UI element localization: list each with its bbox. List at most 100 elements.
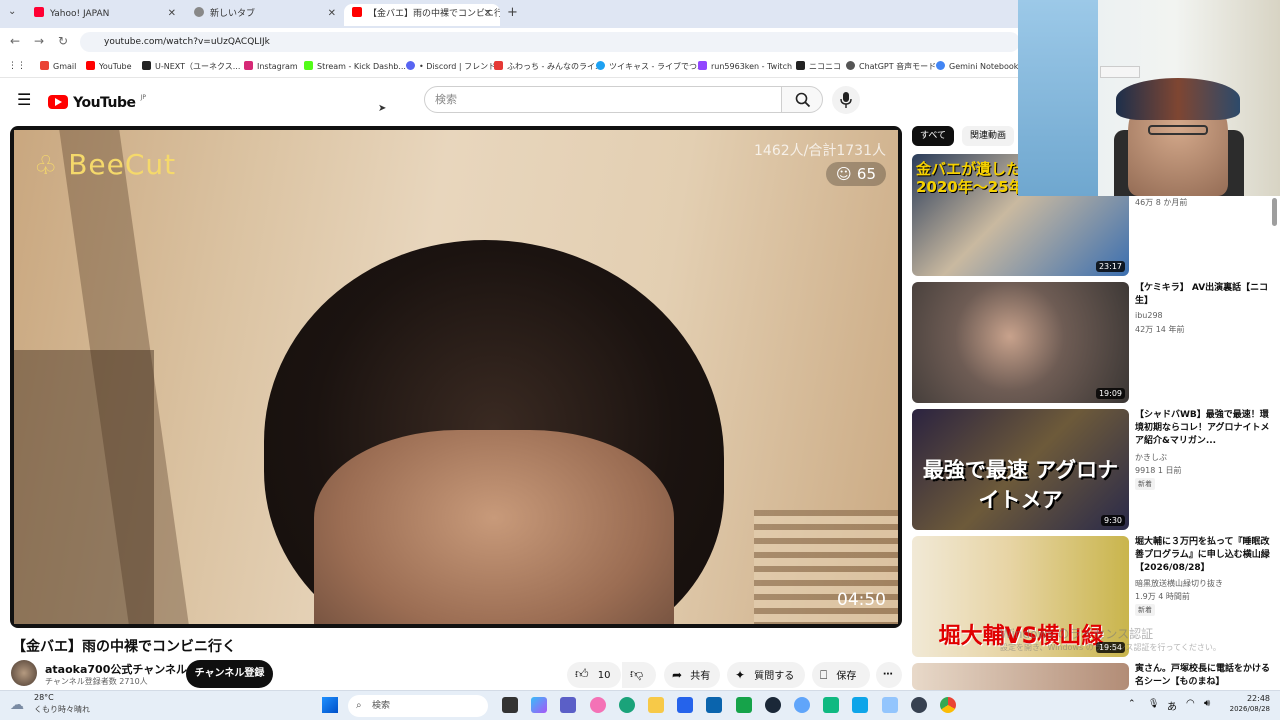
discord-icon bbox=[406, 61, 415, 70]
search-button[interactable] bbox=[781, 86, 823, 113]
xbox-icon[interactable] bbox=[736, 697, 752, 713]
bookmark-youtube[interactable]: YouTube bbox=[86, 61, 132, 71]
subscriber-count: チャンネル登録者数 2710人 bbox=[45, 677, 148, 686]
chrome-icon bbox=[194, 7, 204, 17]
close-icon[interactable]: ✕ bbox=[328, 4, 336, 24]
start-icon[interactable] bbox=[322, 697, 338, 713]
weather-desc[interactable]: くもり時々晴れ bbox=[34, 704, 90, 715]
duration-badge: 9:30 bbox=[1101, 515, 1125, 526]
file-explorer-icon[interactable] bbox=[648, 697, 664, 713]
tab-list-icon[interactable]: ⌄ bbox=[8, 6, 16, 17]
ime-icon[interactable]: あ bbox=[1167, 698, 1177, 713]
tab-new[interactable]: 新しいタブ ✕ bbox=[186, 4, 344, 26]
video-frame: ♧ BeeCut 1462人/合計1731人 ☺ 65 04:50 bbox=[14, 130, 898, 624]
recommendation-thumbnail[interactable]: 最強で最速 アグロナイトメア 9:30 bbox=[912, 409, 1129, 530]
yahoo-icon bbox=[34, 7, 44, 17]
voice-search-button[interactable] bbox=[832, 86, 860, 114]
bookmark-twitch[interactable]: run5963ken - Twitch bbox=[698, 61, 792, 71]
bookmark-gmail[interactable]: Gmail bbox=[40, 61, 76, 71]
recommendation-channel[interactable]: かきしぶ bbox=[1135, 452, 1167, 463]
close-icon[interactable]: ✕ bbox=[484, 4, 492, 24]
tab-label: 【金バエ】雨の中裸でコンビニ行 bbox=[368, 9, 500, 19]
app-icon[interactable] bbox=[911, 697, 927, 713]
bookmark-twitcasting[interactable]: ツイキャス - ライブでつ... bbox=[596, 61, 705, 72]
volume-icon[interactable]: 🔊︎ bbox=[1204, 698, 1210, 709]
activation-watermark-body: 設定を開き、Windows のライセンス認証を行ってください。 bbox=[1000, 643, 1221, 652]
bookmark-discord[interactable]: • Discord | フレンド bbox=[406, 61, 496, 72]
ask-button[interactable]: ✦ 質問する bbox=[727, 662, 805, 688]
search-icon: ⌕ bbox=[356, 700, 362, 711]
more-actions-button[interactable]: ⋯ bbox=[876, 662, 902, 688]
app-icon[interactable] bbox=[852, 697, 868, 713]
share-icon: ➦ bbox=[672, 668, 683, 682]
recommendation-thumbnail[interactable] bbox=[912, 663, 1129, 690]
copilot-icon[interactable] bbox=[531, 697, 547, 713]
tab-youtube-active[interactable]: 【金バエ】雨の中裸でコンビニ行 ✕ bbox=[344, 4, 500, 26]
steam-icon[interactable] bbox=[765, 697, 781, 713]
recommendation-meta: 9918 1 日前 bbox=[1135, 466, 1182, 475]
bookmark-fuwacchi[interactable]: ふわっち - みんなのライ... bbox=[494, 61, 603, 72]
recommendation-title[interactable]: 【ケミキラ】 AV出演裏話【ニコ生】 bbox=[1135, 282, 1270, 310]
bookmark-gemini[interactable]: Gemini Notebook | bbox=[936, 61, 1024, 71]
save-button[interactable]: ⎕ 保存 bbox=[812, 662, 870, 688]
teams-icon[interactable] bbox=[560, 697, 576, 713]
app-icon[interactable] bbox=[823, 697, 839, 713]
notepad-icon[interactable] bbox=[882, 697, 898, 713]
bookmark-unext[interactable]: U-NEXT（ユーネクス... bbox=[142, 61, 240, 72]
taskbar-clock[interactable]: 22:48 bbox=[1220, 694, 1270, 703]
bookmark-instagram[interactable]: Instagram bbox=[244, 61, 298, 71]
bookmark-kick[interactable]: Stream - Kick Dashb... bbox=[304, 61, 406, 71]
close-icon[interactable]: ✕ bbox=[168, 4, 176, 24]
recommendation-channel[interactable]: ibu298 bbox=[1135, 311, 1163, 320]
new-tab-icon[interactable]: + bbox=[507, 5, 518, 20]
store-icon[interactable] bbox=[677, 697, 693, 713]
activation-watermark-title: Windows のライセンス認証 bbox=[1000, 627, 1154, 641]
chip-related[interactable]: 関連動画 bbox=[962, 126, 1015, 146]
weather-temp[interactable]: 28°C bbox=[34, 693, 54, 702]
channel-avatar[interactable] bbox=[11, 660, 37, 686]
app-icon[interactable] bbox=[590, 697, 606, 713]
tray-chevron-icon[interactable]: ⌃ bbox=[1128, 699, 1136, 709]
dislike-button[interactable]: 👎︎ bbox=[622, 662, 656, 688]
back-icon[interactable]: ← bbox=[10, 34, 20, 48]
chip-all[interactable]: すべて bbox=[912, 126, 955, 146]
recommendation-title[interactable]: 【シャドバWB】最強で最速！環境初期ならコレ！アグロナイトメア紹介&マリガン..… bbox=[1135, 409, 1270, 449]
channel-name[interactable]: ataoka700公式チャンネル bbox=[45, 661, 187, 677]
chrome-icon[interactable] bbox=[940, 697, 956, 713]
search-input[interactable]: 検索 bbox=[424, 86, 782, 113]
sidebar-scrollbar[interactable] bbox=[1272, 198, 1277, 226]
recommendation-thumbnail[interactable]: 19:09 bbox=[912, 282, 1129, 403]
recommendation-meta: 42万 14 年前 bbox=[1135, 325, 1185, 334]
video-player[interactable]: ♧ BeeCut 1462人/合計1731人 ☺ 65 04:50 bbox=[10, 126, 902, 628]
share-button[interactable]: ➦ 共有 bbox=[664, 662, 720, 688]
thumbs-down-icon: 👎︎ bbox=[630, 667, 644, 682]
youtube-logo[interactable]: YouTube JP bbox=[48, 92, 146, 111]
bookmark-chatgpt[interactable]: ChatGPT 音声モード bbox=[846, 61, 936, 72]
wall-shadow bbox=[14, 350, 154, 624]
app-icon[interactable] bbox=[794, 697, 810, 713]
like-button[interactable]: 👍︎ 10 bbox=[567, 662, 621, 688]
streamer-face bbox=[314, 430, 674, 624]
wifi-icon[interactable]: ◠ bbox=[1186, 698, 1195, 709]
bookmark-niconico[interactable]: ニコニコ bbox=[796, 61, 841, 72]
weather-icon[interactable]: ☁ bbox=[10, 697, 24, 713]
kick-icon bbox=[304, 61, 313, 70]
recommendation-channel[interactable]: 暗黒放送横山緑切り抜き bbox=[1135, 578, 1223, 589]
url-field[interactable]: youtube.com/watch?v=uUzQACQLIJk bbox=[80, 32, 1020, 52]
reload-icon[interactable]: ↻ bbox=[58, 34, 68, 48]
recommendation-title[interactable]: 堀大輔に３万円を払って『睡眠改善プログラム』に申し込む横山緑【2026/08/2… bbox=[1135, 536, 1270, 576]
microphone-icon[interactable]: 🎙︎ bbox=[1148, 699, 1159, 709]
forward-icon[interactable]: → bbox=[34, 34, 44, 48]
tab-yahoo[interactable]: Yahoo! JAPAN ✕ bbox=[26, 4, 184, 26]
recommendation-title[interactable]: 寅さん。戸塚校長に電話をかける名シーン【ものまね】 bbox=[1135, 663, 1270, 690]
webcam-glasses bbox=[1148, 125, 1208, 135]
edge-icon[interactable] bbox=[619, 697, 635, 713]
menu-icon[interactable]: ☰ bbox=[17, 90, 31, 109]
subscribe-button[interactable]: チャンネル登録 bbox=[186, 660, 273, 688]
tab-label: 新しいタブ bbox=[210, 9, 256, 19]
outlook-icon[interactable] bbox=[706, 697, 722, 713]
task-view-icon[interactable] bbox=[502, 697, 518, 713]
taskbar-date[interactable]: 2026/08/28 bbox=[1220, 705, 1270, 713]
taskbar-search[interactable]: ⌕ 検索 bbox=[348, 695, 488, 717]
apps-icon[interactable]: ⋮⋮ bbox=[8, 61, 26, 71]
